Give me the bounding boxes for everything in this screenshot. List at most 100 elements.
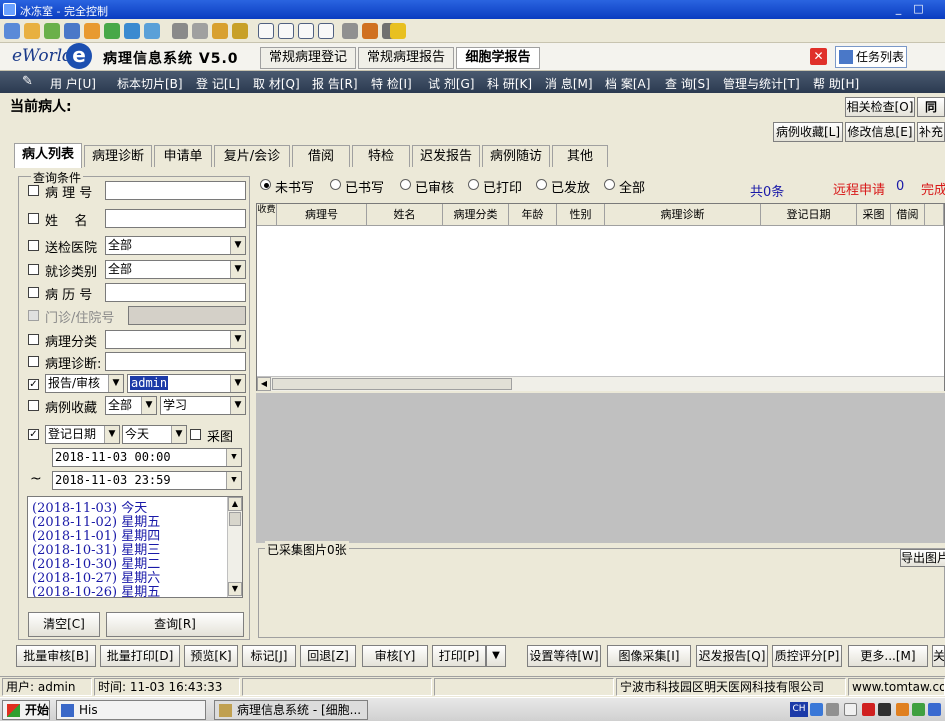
chevron-down-icon[interactable]: ▼ <box>230 261 245 278</box>
filter-reviewed-radio[interactable] <box>400 179 411 190</box>
search-button[interactable]: 查询[R] <box>106 612 244 637</box>
case-fav-select-2[interactable]: 学习 ▼ <box>160 396 246 415</box>
tray-network-icon[interactable] <box>912 703 925 716</box>
reg-date-select[interactable]: 登记日期 ▼ <box>45 425 120 444</box>
disconnect-icon[interactable] <box>390 23 406 39</box>
print-button[interactable]: 打印[P] <box>432 645 486 667</box>
chevron-down-icon[interactable]: ▼ <box>230 375 245 392</box>
scale-icon[interactable] <box>318 23 334 39</box>
tray-extra-icon[interactable] <box>928 703 941 716</box>
fullscreen-icon[interactable] <box>278 23 294 39</box>
menu-statistics[interactable]: 管理与统计[T] <box>723 75 800 92</box>
col-fee[interactable]: 收费 <box>257 204 277 226</box>
refresh-icon[interactable] <box>44 23 60 39</box>
filter-issued-radio[interactable] <box>536 179 547 190</box>
list-item[interactable]: (2018-10-26) 星期五 <box>32 581 160 597</box>
folder-icon[interactable] <box>24 23 40 39</box>
filter-unwritten-radio[interactable] <box>260 179 271 190</box>
tab-routine-report[interactable]: 常规病理报告 <box>358 47 454 69</box>
filter-issued-label[interactable]: 已发放 <box>551 177 590 196</box>
taskbar-his[interactable]: His <box>56 700 206 720</box>
outpatient-checkbox[interactable] <box>28 310 39 321</box>
path-class-checkbox[interactable] <box>28 334 39 345</box>
scroll-left-icon[interactable]: ◀ <box>257 377 271 391</box>
menu-specimen[interactable]: 标本切片[B] <box>117 75 183 92</box>
tab-late-report[interactable]: 迟发报告 <box>412 145 480 167</box>
col-path-diagnosis[interactable]: 病理诊断 <box>605 204 761 226</box>
tab-borrow[interactable]: 借阅 <box>292 145 350 167</box>
edit-info-button[interactable]: 修改信息[E] <box>845 122 915 142</box>
scroll-up-icon[interactable]: ▲ <box>228 497 242 511</box>
close-button[interactable]: 关 <box>932 645 945 667</box>
report-review-checkbox[interactable]: ✓ <box>28 379 39 390</box>
preview-button[interactable]: 预览[K] <box>184 645 238 667</box>
monitor-icon[interactable] <box>4 23 20 39</box>
set-wait-button[interactable]: 设置等待[W] <box>527 645 601 667</box>
phone-icon[interactable] <box>124 23 140 39</box>
col-reg-date[interactable]: 登记日期 <box>761 204 857 226</box>
related-check-button[interactable]: 相关检查[O] <box>845 97 915 117</box>
filter-all-label[interactable]: 全部 <box>619 177 645 196</box>
tab-application[interactable]: 申请单 <box>154 145 212 167</box>
scroll-down-icon[interactable]: ▼ <box>228 582 242 596</box>
image-capture-button[interactable]: 图像采集[I] <box>607 645 691 667</box>
date-to-picker[interactable]: 2018-11-03 23:59 ▼ <box>52 471 242 490</box>
tray-k-icon[interactable] <box>862 703 875 716</box>
message-icon[interactable] <box>144 23 160 39</box>
supplement-button[interactable]: 补充 <box>917 122 945 142</box>
tray-antivirus-icon[interactable] <box>896 703 909 716</box>
chevron-down-icon[interactable]: ▼ <box>230 397 245 414</box>
menu-query[interactable]: 查 询[S] <box>665 75 710 92</box>
chevron-down-icon[interactable]: ▼ <box>226 472 241 489</box>
qc-score-button[interactable]: 质控评分[P] <box>772 645 842 667</box>
chevron-down-icon[interactable]: ▼ <box>171 426 186 443</box>
name-input[interactable] <box>105 209 246 228</box>
tray-cursor-icon[interactable] <box>878 703 891 716</box>
shield-icon[interactable] <box>84 23 100 39</box>
col-borrow[interactable]: 借阅 <box>891 204 925 226</box>
filter-written-label[interactable]: 已书写 <box>345 177 384 196</box>
patient-table[interactable]: 收费 病理号 姓名 病理分类 年龄 性别 病理诊断 登记日期 采图 借阅 ◀ <box>256 203 945 391</box>
name-checkbox[interactable] <box>28 213 39 224</box>
tab-review-consult[interactable]: 复片/会诊 <box>214 145 290 167</box>
filter-all-radio[interactable] <box>604 179 615 190</box>
window-title-bar[interactable]: 冰冻室 - 完全控制 _ □ <box>0 0 945 19</box>
medical-record-checkbox[interactable] <box>28 287 39 298</box>
taskbar-pathology[interactable]: 病理信息系统 - [细胞... <box>214 700 368 720</box>
col-capture[interactable]: 采图 <box>857 204 891 226</box>
tray-ime-icon[interactable] <box>844 703 857 716</box>
reg-date-checkbox[interactable]: ✓ <box>28 429 39 440</box>
visit-type-checkbox[interactable] <box>28 264 39 275</box>
tab-followup[interactable]: 病例随访 <box>482 145 550 167</box>
rollback-button[interactable]: 回退[Z] <box>300 645 356 667</box>
chevron-down-icon[interactable]: ▼ <box>104 426 119 443</box>
col-pathology-no[interactable]: 病理号 <box>277 204 367 226</box>
date-quick-list[interactable]: (2018-11-03) 今天 (2018-11-02) 星期五 (2018-1… <box>27 496 243 598</box>
menu-register[interactable]: 登 记[L] <box>196 75 240 92</box>
clear-button[interactable]: 清空[C] <box>28 612 100 637</box>
chat-icon[interactable] <box>104 23 120 39</box>
batch-print-button[interactable]: 批量打印[D] <box>100 645 180 667</box>
mark-button[interactable]: 标记[J] <box>242 645 296 667</box>
export-images-button[interactable]: 导出图片 <box>900 549 945 567</box>
col-name[interactable]: 姓名 <box>367 204 443 226</box>
col-path-class[interactable]: 病理分类 <box>443 204 509 226</box>
minimize-button[interactable]: _ <box>890 1 907 17</box>
chevron-down-icon[interactable]: ▼ <box>230 237 245 254</box>
chevron-down-icon[interactable]: ▼ <box>230 331 245 348</box>
chevron-down-icon[interactable]: ▼ <box>108 375 123 392</box>
menu-user[interactable]: 用 户[U] <box>50 75 96 92</box>
hospital-select[interactable]: 全部 ▼ <box>105 236 246 255</box>
menu-reagent[interactable]: 试 剂[G] <box>428 75 474 92</box>
filter-written-radio[interactable] <box>330 179 341 190</box>
transfer-icon[interactable] <box>64 23 80 39</box>
input-method-indicator[interactable]: CH <box>790 702 808 717</box>
menu-research[interactable]: 科 研[K] <box>487 75 532 92</box>
col-sex[interactable]: 性别 <box>557 204 605 226</box>
late-report-button[interactable]: 迟发报告[Q] <box>696 645 768 667</box>
remote-request-link[interactable]: 远程申请 <box>833 179 885 198</box>
table-horizontal-scrollbar[interactable]: ◀ <box>257 376 944 391</box>
path-class-select[interactable]: ▼ <box>105 330 246 349</box>
menu-special[interactable]: 特 检[I] <box>371 75 412 92</box>
more-button[interactable]: 更多...[M] <box>848 645 928 667</box>
